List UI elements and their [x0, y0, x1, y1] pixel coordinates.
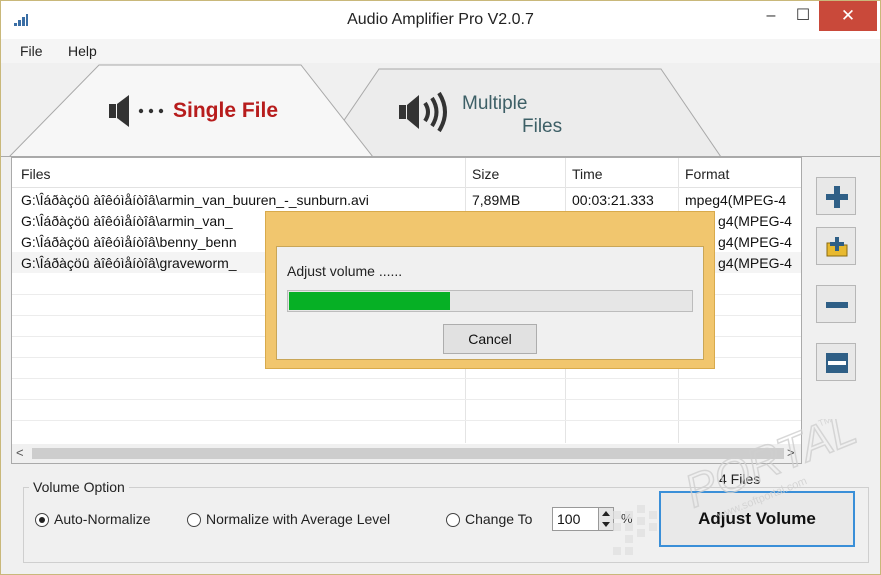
close-button[interactable]: ✕ [819, 1, 877, 31]
cell-format: mpeg4(MPEG-4 [685, 192, 787, 208]
progress-dialog: Adjust volume ...... Cancel [265, 211, 715, 369]
watermark-logo: PORTAL www.softportal.com TM [613, 419, 864, 555]
cell-file: G:\Îáðàçöû àîêóìåíòîâ\graveworm_ [21, 255, 237, 271]
radio-button[interactable] [187, 513, 201, 527]
minimize-button[interactable]: – [753, 1, 789, 31]
scroll-left-icon[interactable]: < [16, 445, 24, 460]
tab-multiple-label-2: Files [522, 116, 563, 137]
tab-multiple-label-1: Multiple [462, 93, 528, 114]
table-row[interactable]: G:\Îáðàçöû àîêóìåíòîâ\armin_van_buuren_-… [12, 189, 801, 210]
app-window: Audio Amplifier Pro V2.0.7 – ☐ ✕ File He… [0, 0, 881, 575]
plus-icon [826, 186, 848, 208]
volume-option-title: Volume Option [29, 479, 129, 495]
watermark-text: PORTAL [677, 419, 863, 517]
radio-label: Normalize with Average Level [206, 511, 391, 527]
mode-tabs: Single File Multiple Files [1, 63, 880, 157]
cell-format: g4(MPEG-4 [718, 213, 792, 229]
row-gridline [12, 378, 801, 379]
cell-format: g4(MPEG-4 [718, 255, 792, 271]
cancel-button[interactable]: Cancel [443, 324, 537, 354]
progress-fill [289, 292, 450, 310]
radio-label: Change To [465, 511, 533, 527]
cell-time: 00:03:21.333 [572, 192, 654, 208]
menu-bar: File Help [1, 39, 880, 63]
radio-label: Auto-Normalize [54, 511, 151, 527]
cell-file: G:\Îáðàçöû àîêóìåíòîâ\armin_van_ [21, 213, 233, 229]
menu-help[interactable]: Help [68, 43, 97, 59]
speaker-waves-icon [399, 91, 447, 133]
list-header: Files Size Time Format [12, 158, 801, 188]
header-format[interactable]: Format [685, 166, 729, 182]
menu-file[interactable]: File [20, 43, 43, 59]
speaker-icon [109, 95, 164, 127]
add-folder-button[interactable] [816, 227, 856, 265]
dialog-body: Adjust volume ...... Cancel [276, 246, 704, 360]
clear-list-button[interactable] [816, 343, 856, 381]
add-file-button[interactable] [816, 177, 856, 215]
header-size[interactable]: Size [472, 166, 499, 182]
remove-file-button[interactable] [816, 285, 856, 323]
title-bar[interactable]: Audio Amplifier Pro V2.0.7 – ☐ ✕ [1, 1, 880, 39]
progress-bar [287, 290, 693, 312]
cell-file: G:\Îáðàçöû àîêóìåíòîâ\armin_van_buuren_-… [21, 192, 369, 208]
add-folder-icon [826, 237, 848, 257]
change-to-input[interactable]: 100 [552, 507, 600, 531]
clear-list-icon [826, 353, 848, 373]
cell-size: 7,89MB [472, 192, 521, 208]
minus-icon [826, 302, 848, 308]
dialog-message: Adjust volume ...... [287, 263, 403, 279]
window-title: Audio Amplifier Pro V2.0.7 [347, 11, 534, 28]
header-files[interactable]: Files [21, 166, 51, 182]
cell-file: G:\Îáðàçöû àîêóìåíòîâ\benny_benn [21, 234, 237, 250]
cell-format: g4(MPEG-4 [718, 234, 792, 250]
radio-button[interactable] [35, 513, 49, 527]
radio-button[interactable] [446, 513, 460, 527]
radio-selected-dot [39, 517, 45, 523]
tab-single-label: Single File [173, 99, 279, 122]
row-gridline [12, 399, 801, 400]
maximize-button[interactable]: ☐ [789, 1, 817, 31]
header-time[interactable]: Time [572, 166, 603, 182]
